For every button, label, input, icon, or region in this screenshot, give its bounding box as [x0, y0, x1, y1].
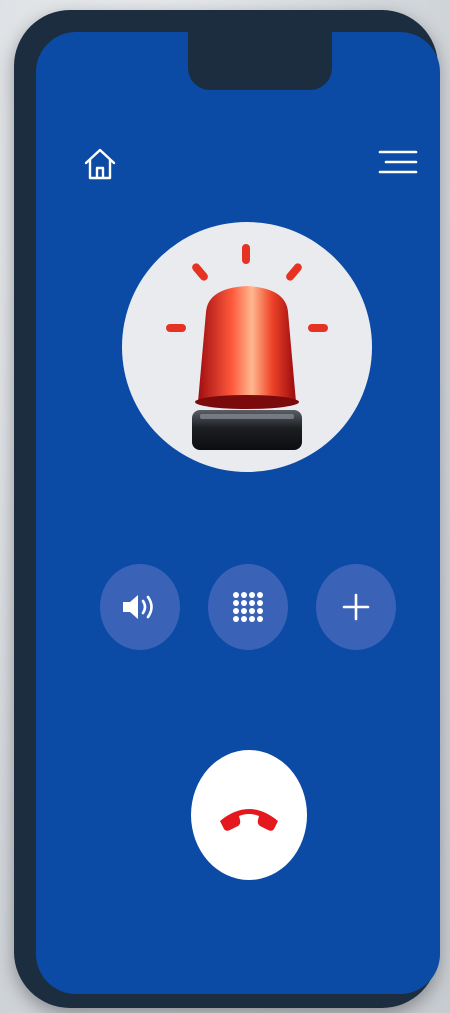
hang-up-phone-icon: [220, 809, 278, 831]
emergency-siren-icon: [166, 244, 328, 450]
phone-mockup: [0, 0, 450, 1013]
add-call-button[interactable]: [316, 564, 396, 650]
phone-notch: [188, 32, 332, 90]
keypad-button[interactable]: [208, 564, 288, 650]
alarm-icon-container: [122, 222, 372, 472]
speaker-button[interactable]: [100, 564, 180, 650]
phone-frame: [14, 10, 440, 1008]
home-button[interactable]: [78, 142, 122, 186]
end-call-button[interactable]: [191, 750, 307, 880]
call-screen: [36, 32, 440, 994]
menu-button[interactable]: [374, 140, 422, 184]
plus-icon: [342, 593, 370, 621]
home-icon: [84, 148, 116, 180]
hamburger-menu-icon: [378, 150, 418, 174]
speaker-volume-icon: [123, 595, 153, 619]
dialpad-icon: [233, 592, 263, 622]
